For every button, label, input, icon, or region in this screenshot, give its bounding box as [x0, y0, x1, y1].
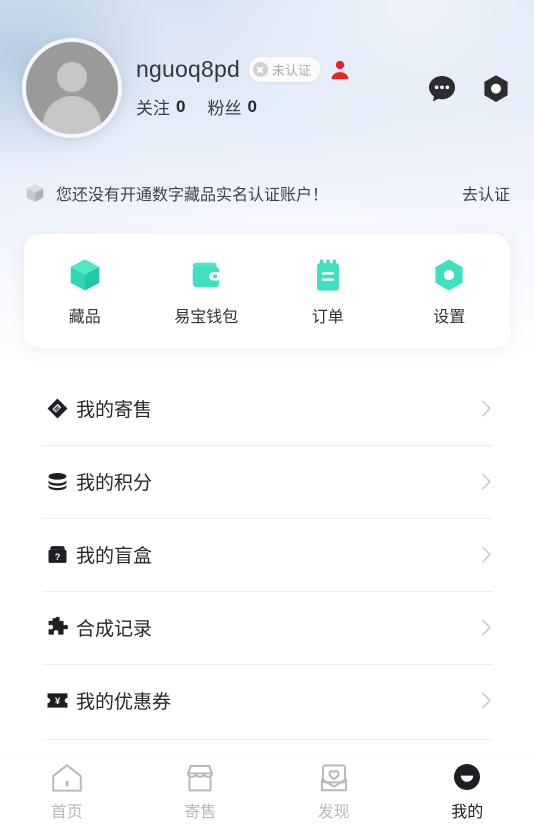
coins-stack-icon — [48, 472, 67, 491]
menu-item-coupons[interactable]: ¥ 我的优惠券 — [24, 664, 510, 737]
tab-consignment[interactable]: 寄售 — [134, 762, 268, 822]
quick-action-collection[interactable]: 藏品 — [24, 256, 146, 327]
chevron-right-icon — [482, 400, 491, 417]
cube-icon — [70, 258, 99, 290]
status-badge-label: 未认证 — [271, 63, 311, 78]
svg-text:?: ? — [55, 552, 61, 562]
menu-list: 我的寄售 我的积分 ? 我的盲盒 合成记录 ¥ 我的优惠券 — [24, 372, 510, 740]
tag-icon — [47, 398, 68, 419]
menu-item-blindbox[interactable]: ? 我的盲盒 — [24, 518, 510, 591]
notepad-icon — [316, 258, 339, 291]
wallet-icon — [192, 262, 220, 287]
profile-name-row: nguoq8pd 未认证 — [136, 56, 351, 83]
menu-list-bottom-divider — [42, 739, 492, 740]
following-label: 关注 — [136, 99, 170, 118]
tab-profile[interactable]: 我的 — [401, 762, 534, 822]
person-red-icon[interactable] — [329, 59, 351, 81]
chevron-right-icon — [482, 473, 491, 490]
go-verify-link[interactable]: 去认证 — [462, 181, 510, 205]
quick-action-orders[interactable]: 订单 — [267, 256, 389, 327]
bottom-navigation: 首页 寄售 发现 我的 — [0, 756, 534, 828]
chevron-right-icon — [482, 619, 491, 636]
header-actions — [426, 73, 512, 105]
puzzle-piece-icon — [48, 616, 69, 635]
tab-discover[interactable]: 发现 — [267, 762, 401, 822]
discover-icon — [320, 764, 347, 792]
quick-action-settings-label: 设置 — [433, 308, 466, 326]
avatar-body — [43, 96, 101, 134]
profile-page: nguoq8pd 未认证 关注 0 粉丝 0 您还没有开通数字藏品实名认证账户！… — [0, 0, 534, 828]
menu-item-synthesis[interactable]: 合成记录 — [24, 591, 510, 664]
username: nguoq8pd — [136, 56, 240, 82]
tab-home[interactable]: 首页 — [0, 762, 134, 822]
hexagon-settings-icon[interactable] — [480, 73, 512, 105]
profile-icon — [454, 764, 481, 790]
tab-discover-label: 发现 — [317, 804, 350, 821]
tab-profile-label: 我的 — [451, 804, 484, 821]
menu-item-coupons-label: 我的优惠券 — [76, 692, 172, 713]
menu-item-points[interactable]: 我的积分 — [24, 445, 510, 518]
cube-grey-icon — [26, 184, 44, 202]
x-circle-icon — [252, 62, 268, 77]
hexagon-nut-icon — [435, 258, 463, 291]
status-badge[interactable]: 未认证 — [248, 57, 320, 82]
following-count: 0 — [176, 96, 186, 116]
verification-notice-text: 您还没有开通数字藏品实名认证账户！ — [56, 187, 329, 204]
chevron-right-icon — [482, 692, 491, 709]
home-icon — [51, 764, 82, 792]
svg-text:¥: ¥ — [55, 696, 61, 706]
menu-item-blindbox-label: 我的盲盒 — [76, 546, 153, 567]
menu-item-points-label: 我的积分 — [76, 473, 153, 494]
coupon-yen-icon: ¥ — [47, 693, 68, 708]
chevron-right-icon — [482, 546, 491, 563]
profile-info: nguoq8pd 未认证 关注 0 粉丝 0 — [136, 56, 351, 119]
mystery-box-icon: ? — [48, 546, 67, 563]
followers-label: 粉丝 — [207, 99, 242, 118]
quick-action-orders-label: 订单 — [311, 308, 344, 326]
quick-actions-card: 藏品 易宝钱包 订单 设置 — [24, 234, 510, 348]
shop-icon — [187, 765, 214, 792]
followers-count: 0 — [247, 96, 257, 116]
follow-stats: 关注 0 粉丝 0 — [136, 94, 351, 119]
verification-notice[interactable]: 您还没有开通数字藏品实名认证账户！ 去认证 — [0, 172, 534, 214]
quick-action-settings[interactable]: 设置 — [389, 256, 511, 327]
menu-item-consignment-label: 我的寄售 — [76, 400, 153, 421]
menu-item-synthesis-label: 合成记录 — [76, 619, 153, 640]
chat-bubble-icon[interactable] — [426, 73, 458, 105]
tab-consignment-label: 寄售 — [184, 804, 217, 821]
menu-item-consignment[interactable]: 我的寄售 — [24, 372, 510, 445]
avatar[interactable] — [22, 38, 122, 138]
quick-action-wallet[interactable]: 易宝钱包 — [146, 256, 268, 327]
quick-action-wallet-label: 易宝钱包 — [174, 308, 239, 326]
quick-action-collection-label: 藏品 — [68, 308, 101, 326]
tab-home-label: 首页 — [50, 804, 83, 821]
avatar-head — [57, 62, 87, 92]
